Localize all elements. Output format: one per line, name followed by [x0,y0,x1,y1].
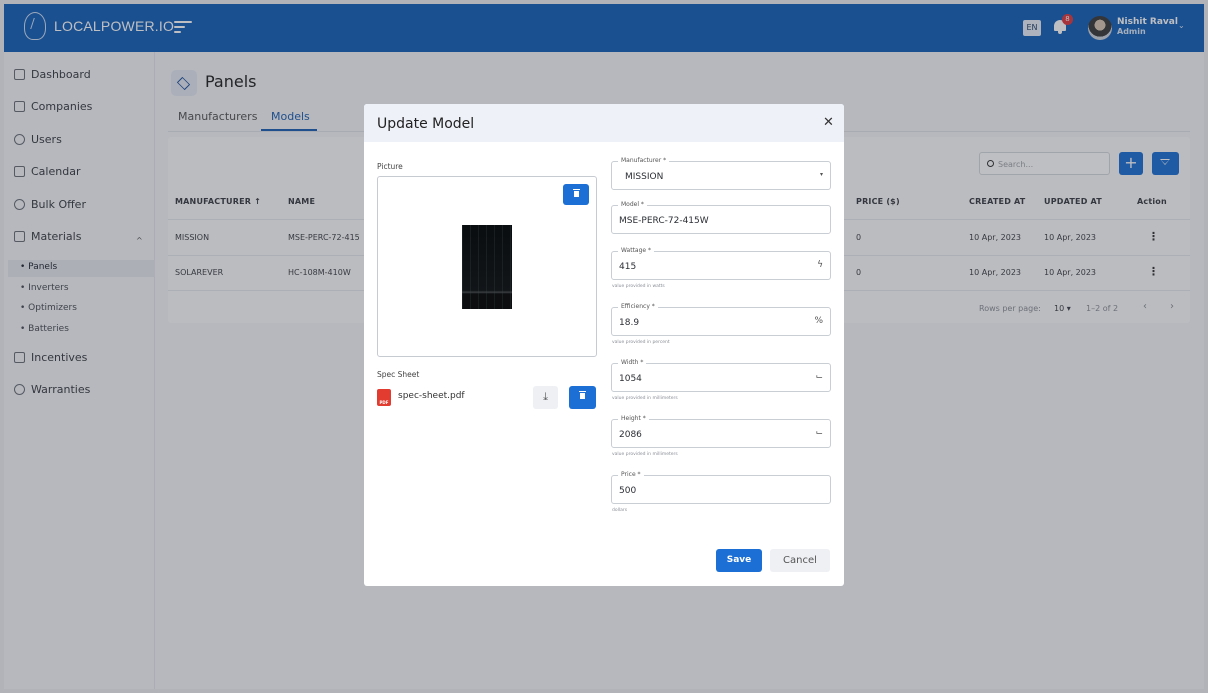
wattage-help: value provided in watts [612,284,665,289]
manufacturer-value: MISSION [625,172,664,182]
percent-icon: % [814,316,823,326]
close-icon[interactable]: ✕ [823,115,834,130]
delete-picture-button[interactable] [563,184,589,205]
width-help: value provided in millimeters [612,396,678,401]
height-value: 2086 [619,430,642,440]
width-value: 1054 [619,374,642,384]
dialog-header: Update Model ✕ [364,104,844,142]
delete-spec-sheet-button[interactable] [569,386,596,409]
cancel-button[interactable]: Cancel [770,549,830,572]
ruler-icon: ⌙ [815,428,823,438]
spec-sheet-label: Spec Sheet [377,370,420,379]
model-field[interactable]: Model * MSE-PERC-72-415W [611,201,831,234]
panel-image [462,225,512,309]
model-value: MSE-PERC-72-415W [619,216,709,226]
download-button[interactable]: ⤓ [533,386,558,409]
pdf-file-icon: PDF [377,389,391,406]
ruler-icon: ⌙ [815,372,823,382]
efficiency-field[interactable]: Efficiency * 18.9 % [611,303,831,336]
efficiency-help: value provided in percent [612,340,670,345]
price-help: dollars [612,508,628,513]
dialog-title: Update Model [377,116,475,132]
wattage-value: 415 [619,262,637,272]
update-model-dialog: Update Model ✕ Picture Spec Sheet PDF sp… [364,104,844,586]
price-field[interactable]: Price * 500 [611,471,831,504]
bolt-icon: ϟ [817,260,823,270]
price-value: 500 [619,486,637,496]
wattage-field[interactable]: Wattage * 415 ϟ [611,247,831,280]
efficiency-value: 18.9 [619,318,640,328]
manufacturer-select[interactable]: Manufacturer * MISSION ▾ [611,157,831,190]
height-help: value provided in millimeters [612,452,678,457]
width-field[interactable]: Width * 1054 ⌙ [611,359,831,392]
height-field[interactable]: Height * 2086 ⌙ [611,415,831,448]
picture-label: Picture [377,162,403,171]
spec-sheet-filename[interactable]: spec-sheet.pdf [398,391,465,401]
caret-down-icon: ▾ [819,171,823,178]
save-button[interactable]: Save [716,549,762,572]
